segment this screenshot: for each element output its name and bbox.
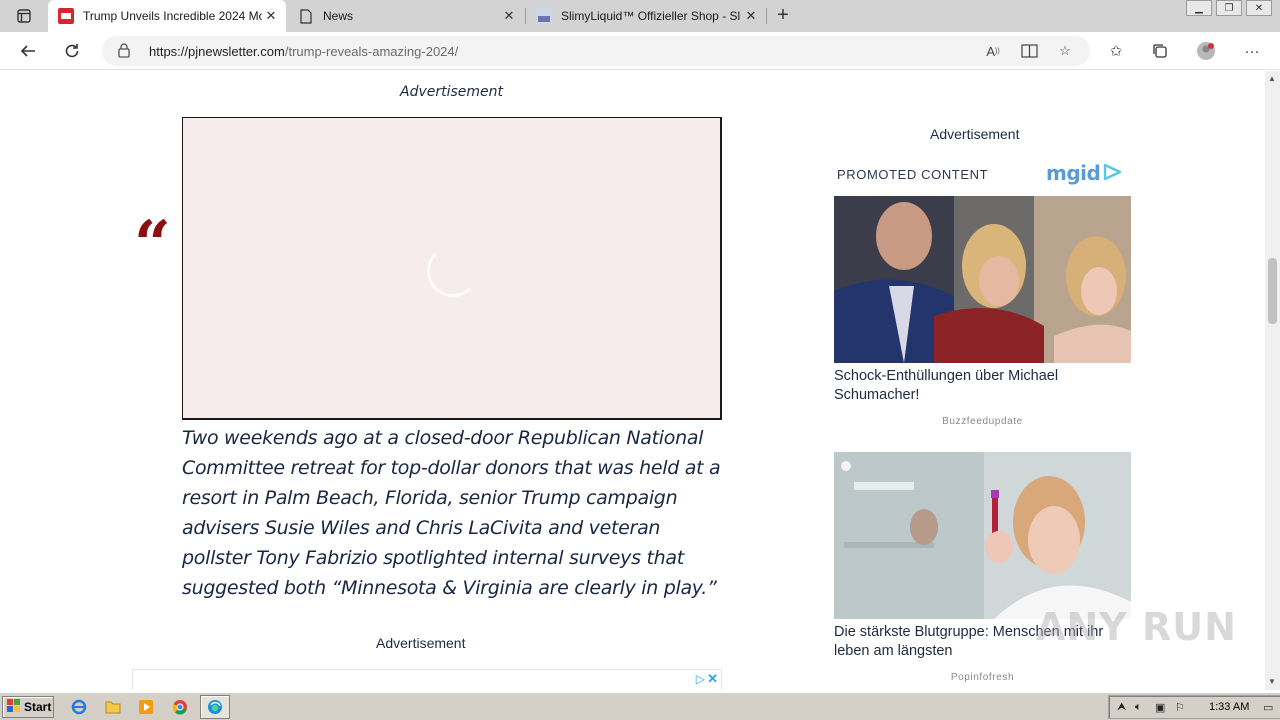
- ie-icon[interactable]: [70, 698, 88, 716]
- tab-title: Trump Unveils Incredible 2024 Mo: [83, 9, 262, 23]
- tab-bar: Trump Unveils Incredible 2024 Mo ✕ News …: [0, 0, 1280, 32]
- tab-title: SlimyLiquid™ Offizieller Shop - Sl: [561, 9, 741, 23]
- volume-icon[interactable]: 🔈︎: [1135, 701, 1142, 714]
- refresh-icon: [65, 44, 79, 58]
- refresh-button[interactable]: [60, 39, 84, 63]
- profile-button[interactable]: [1195, 40, 1217, 62]
- collections-button[interactable]: [1149, 40, 1171, 62]
- edge-icon[interactable]: [206, 698, 224, 716]
- promo-image-blood[interactable]: [834, 452, 1131, 619]
- address-bar[interactable]: https://pjnewsletter.com/trump-reveals-a…: [102, 36, 1090, 66]
- promoted-content-label: PROMOTED CONTENT: [837, 167, 989, 182]
- promo-source[interactable]: Buzzfeedupdate: [834, 416, 1131, 427]
- pull-quote: Two weekends ago at a closed-door Republ…: [182, 427, 721, 599]
- address-toolbar: https://pjnewsletter.com/trump-reveals-a…: [0, 32, 1280, 70]
- ad-label-bottom: Advertisement: [376, 635, 466, 651]
- immersive-reader-icon[interactable]: [1020, 42, 1038, 60]
- page-content: Advertisement “ Two weekends ago at a cl…: [0, 71, 1265, 690]
- tab-actions-icon: [17, 9, 31, 23]
- adchoices-icon[interactable]: ▷: [696, 672, 705, 686]
- close-window-button[interactable]: ✕: [1246, 0, 1272, 16]
- more-icon: ···: [1244, 42, 1260, 60]
- tab-title: News: [323, 9, 354, 23]
- promo-image-schumacher[interactable]: [834, 196, 1131, 363]
- close-tab-icon[interactable]: ✕: [500, 8, 518, 24]
- scrollbar-thumb[interactable]: [1268, 258, 1277, 324]
- action-center-flag-icon[interactable]: ⚐: [1175, 701, 1185, 714]
- video-ad-placeholder[interactable]: [182, 117, 722, 420]
- slimy-favicon: [536, 8, 552, 24]
- url-domain: https://pjnewsletter.com: [149, 44, 285, 59]
- close-tab-icon[interactable]: ✕: [262, 8, 280, 24]
- close-ad-icon[interactable]: ✕: [707, 671, 718, 687]
- lock-icon[interactable]: [118, 43, 130, 63]
- explorer-folder-icon[interactable]: [104, 698, 122, 716]
- minimize-button[interactable]: ▁: [1186, 0, 1212, 16]
- ad-label-top: Advertisement: [400, 84, 504, 100]
- new-tab-button[interactable]: +: [772, 4, 794, 26]
- tab-news[interactable]: News ✕: [288, 0, 524, 32]
- tab-divider: [766, 8, 767, 24]
- system-tray: ⮝ 🔈︎ ▣ ⚐ 1:33 AM ▭: [1108, 695, 1280, 719]
- mgid-logo[interactable]: mgid: [1046, 161, 1101, 185]
- show-desktop-icon[interactable]: ▭: [1263, 701, 1273, 714]
- tab-trump[interactable]: Trump Unveils Incredible 2024 Mo ✕: [48, 0, 286, 32]
- page-icon: [298, 8, 314, 24]
- taskbar: Start ⮝ 🔈︎ ▣ ⚐ 1:33 AM ▭: [0, 692, 1280, 720]
- start-label: Start: [24, 700, 52, 714]
- tray-arrow-icon[interactable]: ⮝: [1117, 701, 1126, 714]
- settings-menu-button[interactable]: ···: [1241, 40, 1263, 62]
- chrome-icon[interactable]: [171, 698, 189, 716]
- scroll-down-icon[interactable]: ▼: [1268, 677, 1276, 686]
- page-scrollbar[interactable]: ▲ ▼: [1265, 71, 1280, 690]
- anyrun-watermark: ANY RUN: [1036, 605, 1237, 649]
- promo-title[interactable]: Schock-Enthüllungen über Michael Schumac…: [834, 367, 1131, 405]
- loading-spinner-icon: [427, 245, 479, 297]
- avatar: [1197, 42, 1215, 60]
- sidebar-ad-label: Advertisement: [930, 126, 1020, 142]
- pjnewsletter-favicon: [58, 8, 74, 24]
- back-button[interactable]: [16, 39, 40, 63]
- restore-button[interactable]: ❐: [1216, 0, 1242, 16]
- tab-slimy[interactable]: SlimyLiquid™ Offizieller Shop - Sl ✕: [526, 0, 766, 32]
- tab-actions-button[interactable]: [13, 6, 35, 26]
- url-path: /trump-reveals-amazing-2024/: [284, 44, 459, 59]
- quote-mark: “: [134, 207, 171, 282]
- media-player-icon[interactable]: [137, 698, 155, 716]
- window-controls: ▁ ❐ ✕: [1182, 0, 1272, 16]
- start-button[interactable]: Start: [2, 696, 54, 718]
- bottom-ad-banner[interactable]: ▷ ✕: [132, 669, 722, 690]
- scroll-up-icon[interactable]: ▲: [1268, 74, 1276, 83]
- back-arrow-icon: [20, 45, 35, 57]
- url-text[interactable]: https://pjnewsletter.com/trump-reveals-a…: [149, 44, 458, 59]
- promo-source[interactable]: Popinfofresh: [834, 672, 1131, 683]
- network-icon[interactable]: ▣: [1155, 701, 1165, 714]
- add-favorite-icon[interactable]: ☆: [1056, 42, 1074, 60]
- favorites-button[interactable]: ✩: [1105, 40, 1127, 62]
- close-tab-icon[interactable]: ✕: [742, 8, 760, 24]
- read-aloud-icon[interactable]: A)): [984, 42, 1002, 60]
- collections-icon: [1153, 44, 1167, 58]
- clock[interactable]: 1:33 AM: [1209, 701, 1249, 713]
- windows-logo-icon: [7, 698, 21, 716]
- favorites-icon: ✩: [1109, 43, 1123, 60]
- mgid-play-icon[interactable]: [1102, 163, 1122, 186]
